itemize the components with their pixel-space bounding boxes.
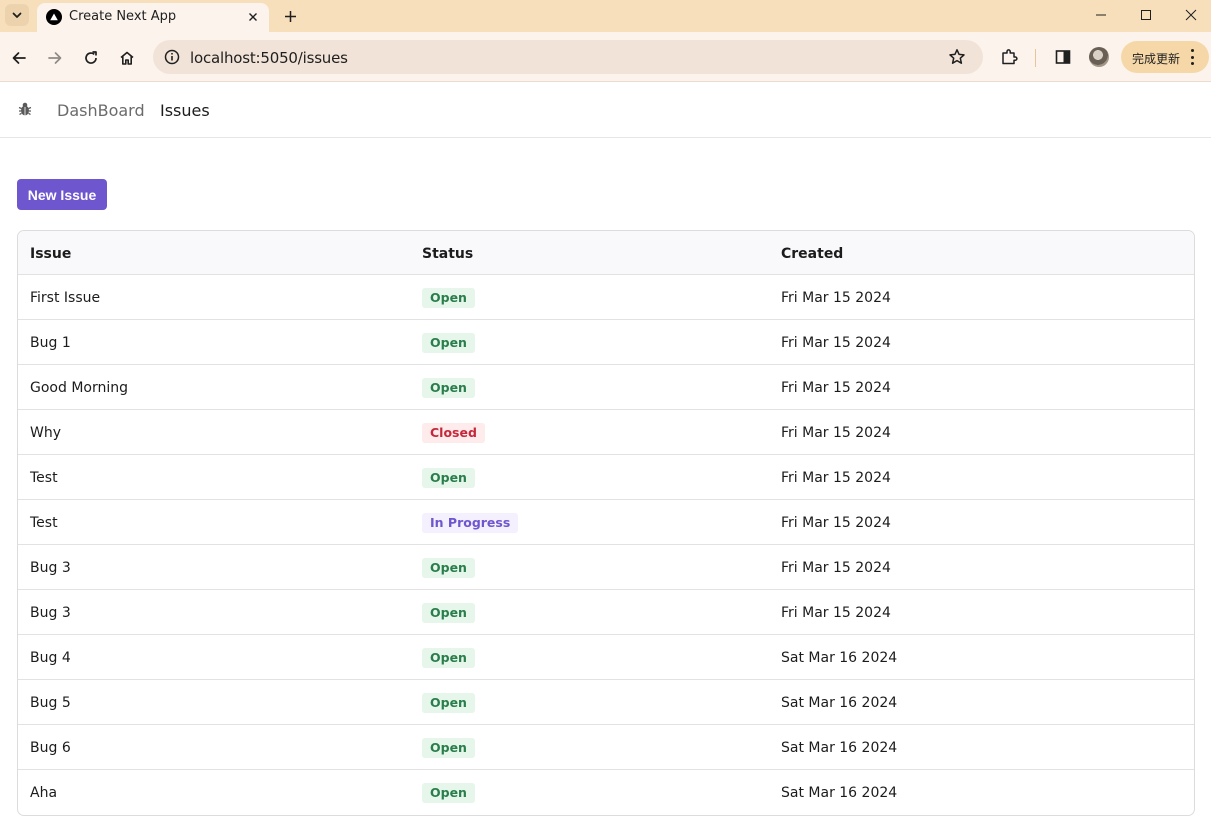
created-date: Fri Mar 15 2024 [781,335,891,351]
app-navbar: DashBoard Issues [0,83,1211,138]
site-info-icon[interactable] [163,48,181,66]
issue-title-link[interactable]: Bug 1 [30,335,71,351]
status-badge: In Progress [422,513,519,533]
extensions-puzzle-icon[interactable] [997,45,1021,69]
status-badge: Open [422,603,475,623]
created-date: Fri Mar 15 2024 [781,290,891,306]
issue-title-link[interactable]: First Issue [30,290,100,306]
created-date: Sat Mar 16 2024 [781,650,898,666]
created-date: Fri Mar 15 2024 [781,425,891,441]
bug-icon[interactable] [17,101,33,117]
reload-icon[interactable] [78,45,104,71]
update-label: 完成更新 [1132,52,1181,66]
issue-title-link[interactable]: Bug 3 [30,605,71,621]
nav-link-dashboard[interactable]: DashBoard [57,101,145,120]
tab-search-button[interactable] [5,4,29,26]
table-row: Bug 4 Open Sat Mar 16 2024 [18,635,1194,680]
issue-title-link[interactable]: Bug 6 [30,740,71,756]
nav-link-issues[interactable]: Issues [160,101,210,120]
bookmark-star-icon[interactable] [947,47,967,67]
url-text[interactable]: localhost:5050/issues [190,49,348,67]
minimize-icon[interactable] [1078,3,1124,27]
back-arrow-icon[interactable] [6,45,32,71]
table-row: Bug 3 Open Fri Mar 15 2024 [18,545,1194,590]
browser-tab[interactable]: Create Next App [37,3,269,32]
status-badge: Open [422,648,475,668]
home-icon[interactable] [114,45,140,71]
status-badge: Closed [422,423,485,443]
maximize-icon[interactable] [1123,3,1169,27]
issue-title-link[interactable]: Test [30,470,58,486]
status-badge: Open [422,558,475,578]
issue-title-link[interactable]: Good Morning [30,380,128,396]
issue-title-link[interactable]: Why [30,425,61,441]
more-vertical-icon[interactable] [1189,49,1195,65]
status-badge: Open [422,468,475,488]
status-badge: Open [422,333,475,353]
triangle-logo-icon [46,9,62,25]
status-badge: Open [422,783,475,803]
column-header-status[interactable]: Status [422,246,473,262]
toolbar-divider [1035,49,1036,67]
table-row: Bug 6 Open Sat Mar 16 2024 [18,725,1194,770]
table-row: Bug 3 Open Fri Mar 15 2024 [18,590,1194,635]
table-header: Issue Status Created [18,231,1194,275]
profile-avatar[interactable] [1089,47,1109,67]
created-date: Sat Mar 16 2024 [781,740,898,756]
created-date: Fri Mar 15 2024 [781,605,891,621]
table-row: Test Open Fri Mar 15 2024 [18,455,1194,500]
table-row: Bug 5 Open Sat Mar 16 2024 [18,680,1194,725]
status-badge: Open [422,693,475,713]
browser-tab-strip: Create Next App [0,0,1211,32]
side-panel-icon[interactable] [1051,45,1075,69]
created-date: Sat Mar 16 2024 [781,785,898,801]
created-date: Fri Mar 15 2024 [781,515,891,531]
issue-title-link[interactable]: Aha [30,785,57,801]
table-row: First Issue Open Fri Mar 15 2024 [18,275,1194,320]
issue-title-link[interactable]: Test [30,515,58,531]
table-row: Good Morning Open Fri Mar 15 2024 [18,365,1194,410]
status-badge: Open [422,288,475,308]
created-date: Sat Mar 16 2024 [781,695,898,711]
status-badge: Open [422,738,475,758]
issue-title-link[interactable]: Bug 3 [30,560,71,576]
table-row: Test In Progress Fri Mar 15 2024 [18,500,1194,545]
new-issue-button[interactable]: New Issue [17,179,107,210]
table-row: Why Closed Fri Mar 15 2024 [18,410,1194,455]
browser-toolbar: localhost:5050/issues 完成更新 [0,32,1211,82]
issues-table: Issue Status Created First Issue Open Fri … [17,230,1195,816]
status-badge: Open [422,378,475,398]
created-date: Fri Mar 15 2024 [781,560,891,576]
new-tab-icon[interactable] [279,5,301,27]
issue-title-link[interactable]: Bug 5 [30,695,71,711]
table-row: Bug 1 Open Fri Mar 15 2024 [18,320,1194,365]
column-header-issue[interactable]: Issue [30,246,71,262]
issue-title-link[interactable]: Bug 4 [30,650,71,666]
column-header-created[interactable]: Created [781,246,843,262]
created-date: Fri Mar 15 2024 [781,380,891,396]
update-button[interactable]: 完成更新 [1121,41,1209,73]
close-tab-icon[interactable] [243,7,263,27]
address-bar[interactable]: localhost:5050/issues [153,40,983,74]
close-window-icon[interactable] [1168,3,1211,27]
table-row: Aha Open Sat Mar 16 2024 [18,770,1194,815]
chevron-down-icon [12,12,22,18]
tab-title: Create Next App [69,9,177,24]
forward-arrow-icon[interactable] [42,45,68,71]
created-date: Fri Mar 15 2024 [781,470,891,486]
